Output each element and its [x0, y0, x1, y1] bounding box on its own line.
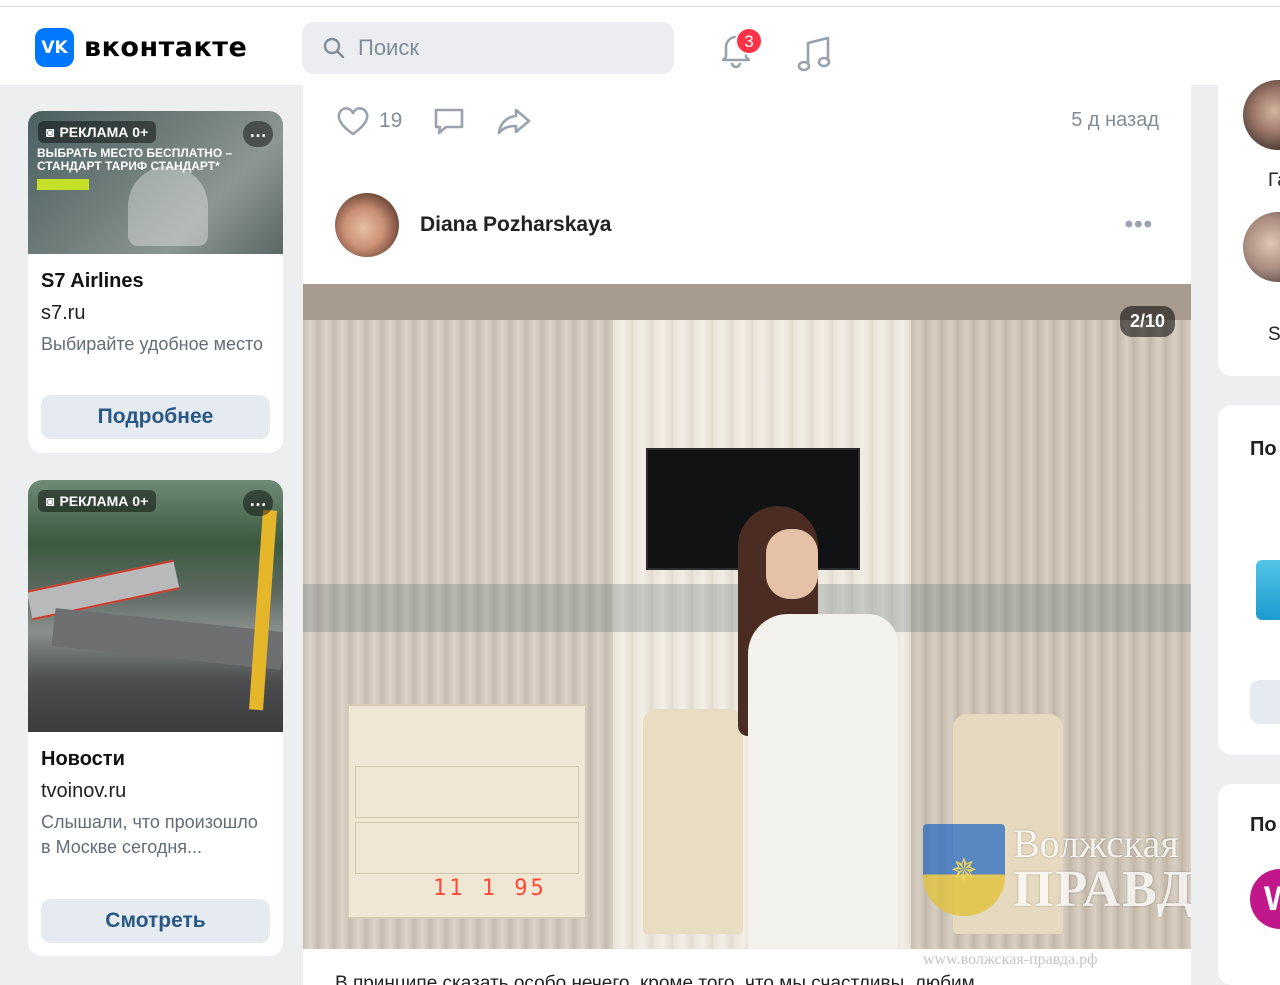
ad-label-text: РЕКЛАМА 0+ — [59, 124, 149, 140]
friend-name[interactable]: S — [1268, 324, 1280, 346]
watermark-url: www.волжская-правда.рф — [923, 951, 1098, 968]
ad-domain[interactable]: tvoinov.ru — [41, 778, 270, 804]
ad-image-headline: ВЫБРАТЬ МЕСТО БЕСПЛАТНО – СТАНДАРТ ТАРИФ… — [37, 146, 233, 173]
gift-icon — [1256, 560, 1280, 620]
ad-image-person — [128, 166, 208, 246]
widget-button[interactable] — [1250, 680, 1280, 724]
post-time[interactable]: 5 д назад — [1071, 109, 1159, 132]
notification-count-badge: 3 — [735, 27, 763, 55]
ad-image-train-car — [51, 608, 283, 670]
vk-logo-icon: VK — [35, 28, 74, 67]
photo-counter: 2/10 — [1119, 306, 1175, 337]
watermark-line2: ПРАВДА — [1013, 861, 1191, 918]
ad-title[interactable]: Новости — [41, 746, 270, 772]
widget-title: По — [1250, 814, 1277, 836]
share-icon — [498, 108, 531, 135]
ad-marker-icon: ◙ — [46, 124, 55, 140]
photo-drawer — [355, 822, 579, 874]
vk-logo-text: вконтакте — [84, 32, 248, 63]
photo-drawer — [355, 766, 579, 818]
vk-logo[interactable]: VK вконтакте — [35, 28, 247, 67]
search-input[interactable] — [358, 35, 638, 61]
comment-button[interactable] — [432, 105, 466, 137]
post-text: В принципе сказать особо нечего, кроме т… — [335, 973, 975, 985]
ad-watch-button[interactable]: Смотреть — [41, 899, 270, 943]
side-widget-card: По W — [1218, 784, 1280, 985]
photo-chair — [643, 709, 743, 934]
photo-clock-display: 11 1 95 — [433, 876, 547, 901]
photo-ceiling — [303, 284, 1191, 320]
ad-label: ◙ РЕКЛАМА 0+ — [38, 490, 157, 512]
ad-description: Выбирайте удобное место — [41, 334, 264, 354]
share-button[interactable] — [496, 105, 532, 137]
side-widget-card: По — [1218, 405, 1280, 755]
comment-icon — [435, 108, 464, 135]
ad-image[interactable]: ◙ РЕКЛАМА 0+ … — [28, 480, 283, 732]
ad-label: ◙ РЕКЛАМА 0+ — [38, 121, 157, 143]
friend-avatar[interactable] — [1243, 212, 1280, 282]
ad-image-crane — [249, 509, 277, 711]
community-logo[interactable]: W — [1250, 869, 1280, 929]
post-more-icon[interactable]: ••• — [1125, 211, 1153, 239]
author-name[interactable]: Diana Pozharskaya — [420, 213, 611, 237]
friend-name[interactable]: Га — [1268, 170, 1280, 192]
ad-marker-icon: ◙ — [46, 493, 55, 509]
author-avatar[interactable] — [335, 193, 399, 257]
feed-post: 19 5 д назад Diana Pozharskaya ••• 11 1 … — [303, 85, 1191, 985]
music-icon[interactable] — [796, 35, 832, 75]
like-count: 19 — [379, 109, 403, 132]
photo-person-face — [766, 529, 818, 599]
ad-description: Слышали, что произошло в Москве сегодня.… — [41, 812, 258, 857]
widget-title: По — [1250, 438, 1277, 460]
ad-more-button[interactable]: Подробнее — [41, 395, 270, 439]
watermark-line1: Волжская — [1013, 821, 1179, 866]
ad-title[interactable]: S7 Airlines — [41, 268, 270, 294]
top-header: VK вконтакте 3 — [0, 7, 1280, 85]
more-icon[interactable]: … — [243, 121, 273, 147]
like-button[interactable]: 19 — [335, 105, 402, 137]
newspaper-watermark: ✵ Волжская ПРАВДА — [923, 824, 1191, 916]
ad-card-s7[interactable]: ◙ РЕКЛАМА 0+ … ВЫБРАТЬ МЕСТО БЕСПЛАТНО –… — [28, 111, 283, 453]
more-icon[interactable]: … — [243, 490, 273, 516]
ad-image-train — [28, 559, 180, 621]
friend-avatar[interactable] — [1243, 80, 1280, 150]
ad-image-cta — [37, 179, 89, 190]
post-author: Diana Pozharskaya — [335, 193, 611, 257]
browser-top-edge — [0, 0, 1280, 7]
search-icon — [323, 37, 345, 59]
ad-label-text: РЕКЛАМА 0+ — [59, 493, 149, 509]
coat-of-arms-icon: ✵ — [923, 824, 1005, 916]
friends-card: Га S — [1218, 70, 1280, 376]
heart-icon — [337, 107, 369, 136]
ad-domain[interactable]: s7.ru — [41, 300, 270, 326]
ad-image[interactable]: ◙ РЕКЛАМА 0+ … ВЫБРАТЬ МЕСТО БЕСПЛАТНО –… — [28, 111, 283, 254]
search-box[interactable] — [302, 22, 674, 74]
post-actions: 19 — [335, 105, 562, 137]
post-photo[interactable]: 11 1 95 2/10 ✵ Волжская ПРАВДА — [303, 284, 1191, 949]
ad-card-news[interactable]: ◙ РЕКЛАМА 0+ … Новости tvoinov.ru Слышал… — [28, 480, 283, 956]
photo-person-dress — [748, 614, 898, 949]
